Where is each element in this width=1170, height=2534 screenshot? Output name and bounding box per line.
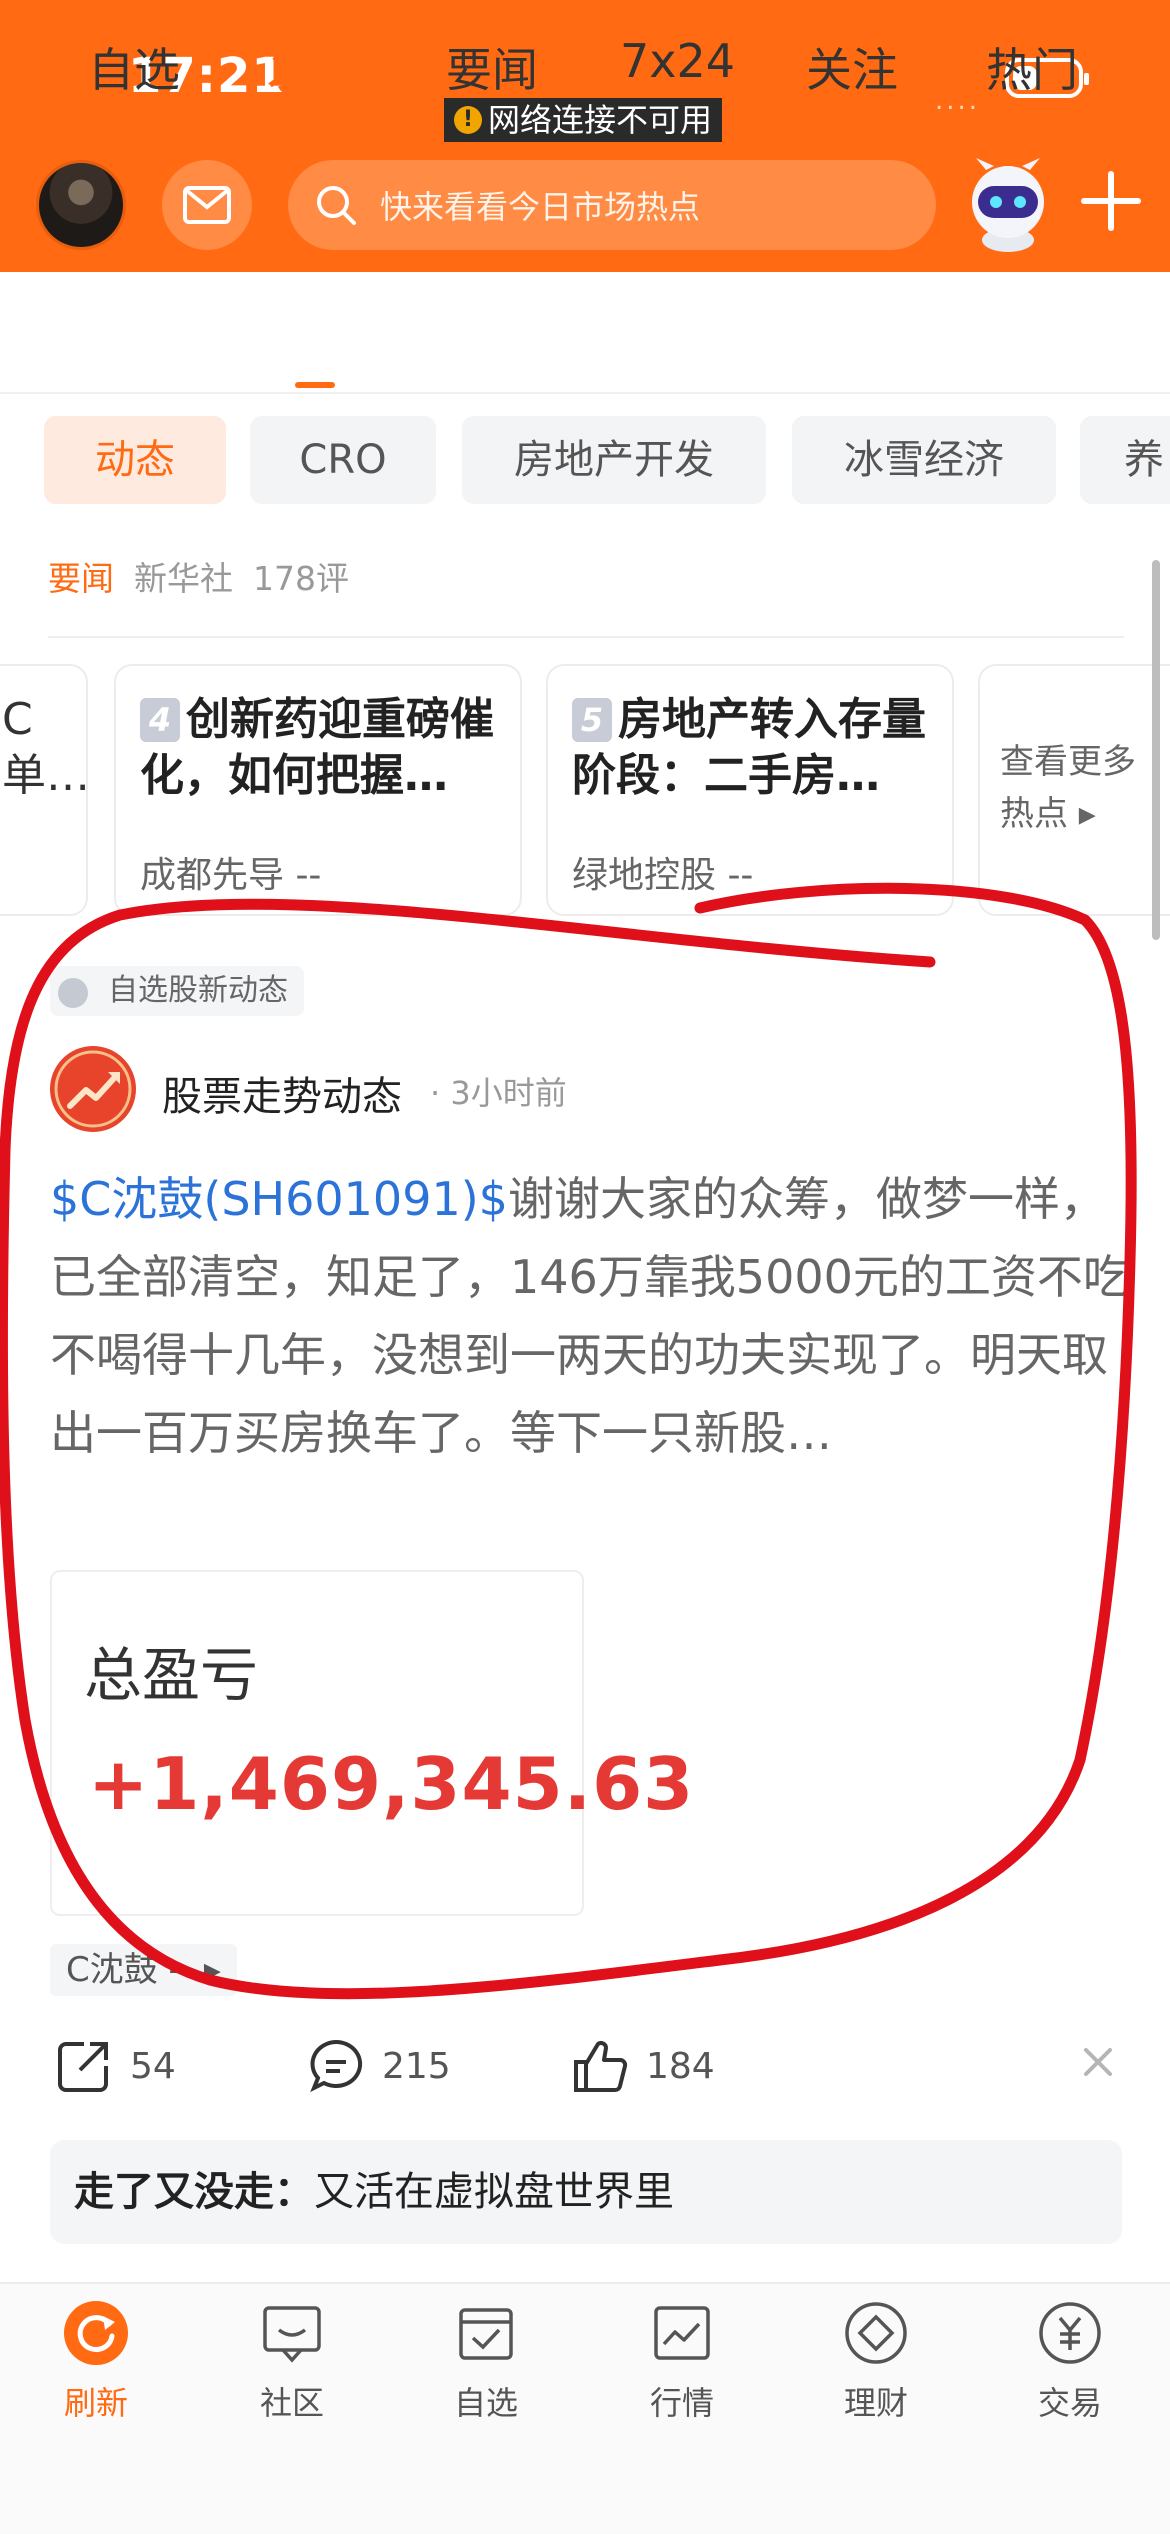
tab-discover[interactable]: 发现 <box>268 34 360 100</box>
pnl-image-card[interactable]: 总盈亏 +1,469,345.63 <box>50 1570 693 1916</box>
robot-mascot-icon[interactable] <box>956 150 1060 254</box>
tab-news[interactable]: 要闻 <box>446 34 538 100</box>
chip-ice-snow-economy[interactable]: 冰雪经济 <box>792 416 1056 504</box>
search-bar[interactable]: 快来看看今日市场热点 <box>288 160 936 250</box>
hot-card-title: C 单… <box>2 694 88 801</box>
user-avatar[interactable] <box>36 160 126 250</box>
hot-card[interactable]: 4 创新药迎重磅催化，如何把握… 成都先导 -- <box>114 664 522 916</box>
share-icon <box>58 2042 108 2092</box>
top-tabs <box>0 272 1170 394</box>
watchlist-icon <box>459 2308 513 2360</box>
comment-user[interactable]: 走了又没走： <box>74 2169 314 2215</box>
network-warning-text: 网络连接不可用 <box>488 101 713 139</box>
nav-trade[interactable]: 交易 <box>1000 2300 1140 2424</box>
refresh-icon <box>64 2301 128 2365</box>
hot-card-stock: 绿地控股 -- <box>572 855 754 896</box>
like-button[interactable]: 184 <box>570 2036 715 2096</box>
like-count: 184 <box>646 2045 715 2087</box>
hot-card-title: 4 创新药迎重磅催化，如何把握… <box>140 692 500 804</box>
share-button[interactable]: 54 <box>54 2036 176 2096</box>
nav-refresh[interactable]: 刷新 <box>26 2300 166 2424</box>
network-warning-banner: ! 网络连接不可用 <box>444 98 723 142</box>
comment-count: 215 <box>382 2045 451 2087</box>
news-comment-count: 178评 <box>253 559 349 598</box>
news-meta[interactable]: 要闻 新华社 178评 <box>48 552 349 600</box>
post-source-tag[interactable]: 自选股新动态 <box>50 966 304 1016</box>
comment-icon <box>310 2039 363 2093</box>
trend-up-icon <box>54 1050 132 1128</box>
author-avatar[interactable] <box>50 1046 136 1132</box>
tab-trending[interactable]: 热门 <box>986 34 1078 100</box>
stock-link[interactable]: $C沈鼓(SH601091)$ <box>50 1172 508 1226</box>
source-icon <box>58 978 88 1008</box>
tab-7x24[interactable]: 7x24 <box>620 34 735 88</box>
tab-watchlist[interactable]: 自选 <box>88 34 180 100</box>
chip-updates[interactable]: 动态 <box>44 416 226 504</box>
top-comment[interactable]: 走了又没走：又活在虚拟盘世界里 <box>50 2140 1122 2244</box>
mail-icon <box>183 186 231 224</box>
hot-card[interactable]: 5 房地产转入存量阶段：二手房… 绿地控股 -- <box>546 664 954 916</box>
nav-label: 交易 <box>1037 2384 1102 2422</box>
trade-icon <box>1039 2302 1101 2364</box>
search-placeholder: 快来看看今日市场热点 <box>380 188 701 226</box>
news-tag: 要闻 <box>48 559 114 598</box>
divider <box>48 636 1124 638</box>
community-icon <box>263 2306 321 2363</box>
nav-label: 理财 <box>843 2384 908 2422</box>
more-hot-text: 查看更多 热点 ▸ <box>1000 742 1136 834</box>
hot-card-title: 5 房地产转入存量阶段：二手房… <box>572 692 932 804</box>
rank-badge: 4 <box>140 698 180 742</box>
rank-badge: 5 <box>572 698 612 742</box>
nav-label: 社区 <box>259 2384 324 2422</box>
nav-label: 行情 <box>649 2384 714 2422</box>
more-hot-card[interactable]: 查看更多 热点 ▸ <box>978 664 1170 916</box>
comment-text: 又活在虚拟盘世界里 <box>314 2169 674 2215</box>
nav-label: 自选 <box>453 2384 518 2422</box>
pnl-label: 总盈亏 <box>84 1641 259 1709</box>
nav-label: 刷新 <box>63 2384 128 2422</box>
active-tab-indicator <box>295 382 335 388</box>
close-icon[interactable] <box>1080 2044 1116 2080</box>
hot-card-title-text: 创新药迎重磅催化，如何把握… <box>140 694 494 801</box>
post-text[interactable]: $C沈鼓(SH601091)$谢谢大家的众筹，做梦一样，已全部清空，知足了，14… <box>50 1160 1130 1472</box>
signal-indicator: .... <box>935 86 981 116</box>
nav-community[interactable]: 社区 <box>222 2300 362 2424</box>
author-name[interactable]: 股票走势动态 <box>162 1064 402 1122</box>
pnl-value: +1,469,345.63 <box>88 1742 695 1826</box>
chip-real-estate[interactable]: 房地产开发 <box>462 416 766 504</box>
wealth-icon <box>845 2302 907 2364</box>
scrollbar[interactable] <box>1152 560 1160 940</box>
market-icon <box>654 2306 710 2360</box>
add-icon[interactable] <box>1076 166 1146 236</box>
thumbs-up-icon <box>574 2041 628 2092</box>
nav-wealth[interactable]: 理财 <box>806 2300 946 2424</box>
chip-partial[interactable]: 养 <box>1080 416 1170 504</box>
news-source: 新华社 <box>134 559 233 598</box>
tab-following[interactable]: 关注 <box>806 34 898 100</box>
hot-card-partial[interactable]: C 单… <box>0 664 88 916</box>
bottom-navigation <box>0 2282 1170 2534</box>
nav-watchlist[interactable]: 自选 <box>416 2300 556 2424</box>
hot-card-title-text: 房地产转入存量阶段：二手房… <box>572 694 926 801</box>
share-count: 54 <box>130 2045 176 2087</box>
hot-card-stock: 成都先导 -- <box>140 855 322 896</box>
post-time: · 3小时前 <box>430 1074 567 1112</box>
stock-chip[interactable]: C沈鼓 -- ▸ <box>50 1944 237 1996</box>
mail-button[interactable] <box>162 160 252 250</box>
search-icon <box>317 186 356 225</box>
nav-market[interactable]: 行情 <box>612 2300 752 2424</box>
chip-cro[interactable]: CRO <box>250 416 436 504</box>
warning-icon: ! <box>454 106 482 134</box>
comment-button[interactable]: 215 <box>306 2036 451 2096</box>
